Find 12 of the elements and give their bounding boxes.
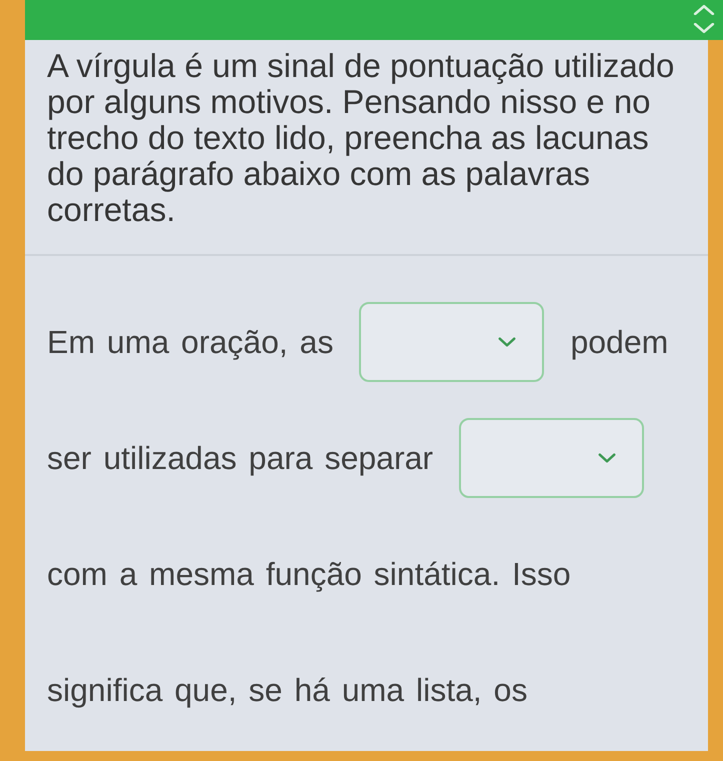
sentence-text: Em uma oração, as: [47, 323, 334, 361]
sentence-text: com a mesma função sintática. Isso: [47, 555, 571, 593]
answer-dropdown[interactable]: [359, 302, 544, 382]
sentence-text: significa que, se há uma lista, os: [47, 671, 528, 709]
question-text: A vírgula é um sinal de pontuação utilizado por alguns motivos. Pensando nisso e no trecho do texto lido, preencha as lacunas do parágrafo abaixo com as palavras corretas.: [47, 48, 676, 228]
chevron-up-icon[interactable]: [693, 4, 715, 15]
answer-dropdown[interactable]: [459, 418, 644, 498]
chevron-down-icon: [598, 453, 616, 463]
chevron-down-icon[interactable]: [693, 23, 715, 34]
sentence-text: podem: [570, 323, 668, 361]
sentence-text: ser utilizadas para separar: [47, 439, 434, 477]
chevron-down-icon: [498, 337, 516, 347]
